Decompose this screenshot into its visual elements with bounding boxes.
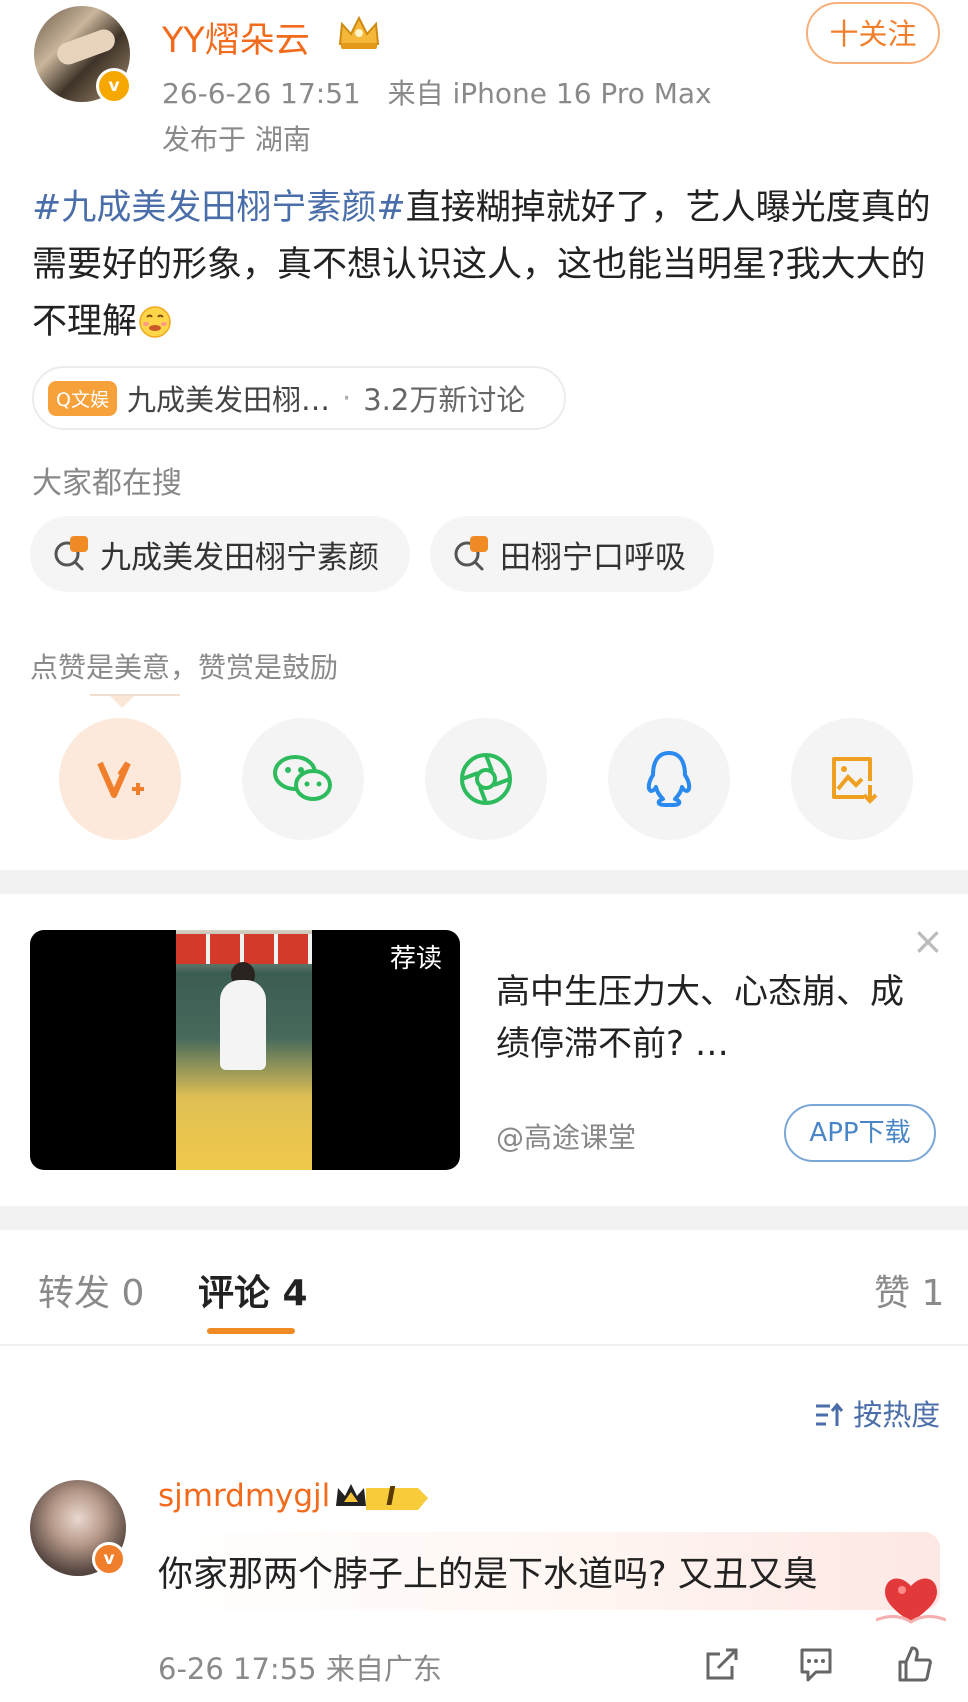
tab-like[interactable]: 赞 1	[874, 1264, 944, 1316]
section-divider	[0, 1206, 968, 1230]
share-qq-button[interactable]	[608, 718, 730, 840]
sort-label: 按热度	[853, 1398, 941, 1432]
post-time-source: 26-6-26 17:51 来自 iPhone 16 Pro Max	[162, 72, 712, 112]
save-image-icon	[832, 757, 878, 804]
hot-search-icon	[54, 536, 88, 571]
active-tab-indicator	[207, 1328, 295, 1334]
fan-level-text: I	[386, 1482, 396, 1512]
section-divider	[0, 870, 968, 894]
ad-title[interactable]: 高中生压力大、心态崩、成绩停滞不前? …	[496, 966, 916, 1070]
qq-icon	[646, 751, 692, 807]
tab-comment[interactable]: 评论 4	[198, 1264, 308, 1316]
commenter-username[interactable]: sjmrdmygjl	[158, 1478, 330, 1514]
weibo-reward-icon	[97, 761, 144, 798]
post-time: 26-6-26 17:51	[162, 77, 361, 110]
sort-by-heat-button[interactable]: 按热度	[814, 1392, 940, 1434]
comment-icon[interactable]	[796, 1644, 836, 1684]
reward-pointer	[110, 696, 134, 708]
post-text: #九成美发田栩宁素颜#直接糊掉就好了，艺人曝光度真的需要好的形象，真不想认识这人…	[32, 180, 942, 351]
hot-search-label: 田栩宁口呼吸	[500, 539, 686, 576]
post-location: 发布于 湖南	[162, 123, 311, 156]
tabs-separator	[0, 1344, 968, 1346]
fan-level-badge-icon	[336, 1484, 428, 1510]
share-moments-button[interactable]	[425, 718, 547, 840]
blush-emoji-icon	[139, 306, 171, 338]
follow-button[interactable]: 十关注	[806, 2, 940, 64]
hot-search-item[interactable]: 田栩宁口呼吸	[430, 516, 714, 592]
app-download-button[interactable]: APP下载	[784, 1104, 936, 1162]
tab-repost[interactable]: 转发 0	[38, 1264, 144, 1316]
sort-icon	[816, 1402, 844, 1426]
commenter-verified-icon: v	[92, 1542, 126, 1576]
search-section-label: 大家都在搜	[32, 466, 182, 501]
hot-search-icon	[454, 536, 488, 571]
reward-underline	[90, 694, 180, 696]
topic-count: 3.2万新讨论	[363, 383, 526, 417]
hot-search-item[interactable]: 九成美发田栩宁素颜	[30, 516, 410, 592]
comment-text: 你家那两个脖子上的是下水道吗? 又丑又臭	[158, 1555, 818, 1595]
like-icon[interactable]	[894, 1644, 934, 1684]
ad-video-thumbnail[interactable]: 荐读	[30, 930, 460, 1170]
verified-badge-icon: v	[96, 68, 132, 104]
topic-name: 九成美发田栩…	[126, 383, 330, 417]
reward-label: 点赞是美意，赞赏是鼓励	[30, 651, 339, 684]
hot-search-label: 九成美发田栩宁素颜	[100, 539, 379, 576]
share-wechat-button[interactable]	[242, 718, 364, 840]
crown-badge-icon	[338, 15, 380, 49]
ad-source[interactable]: @高途课堂	[496, 1116, 636, 1156]
reward-button[interactable]	[59, 718, 181, 840]
moments-icon	[460, 753, 512, 805]
topic-pill[interactable]: Q文娱 九成美发田栩… · 3.2万新讨论	[32, 366, 566, 430]
post-source: 来自 iPhone 16 Pro Max	[387, 77, 712, 110]
share-icon[interactable]	[702, 1644, 742, 1684]
ad-tag: 荐读	[389, 944, 442, 974]
heart-decoration-icon	[876, 1578, 946, 1624]
topic-badge: Q文娱	[48, 380, 117, 416]
ad-close-icon[interactable]: ×	[912, 922, 944, 960]
save-image-button[interactable]	[791, 718, 913, 840]
post-hashtag[interactable]: #九成美发田栩宁素颜#	[32, 188, 406, 228]
comment-meta: 6-26 17:55 来自广东	[158, 1652, 442, 1686]
wechat-icon	[273, 755, 332, 801]
topic-separator: ·	[341, 381, 352, 415]
author-username[interactable]: YY熠朵云	[162, 12, 310, 63]
